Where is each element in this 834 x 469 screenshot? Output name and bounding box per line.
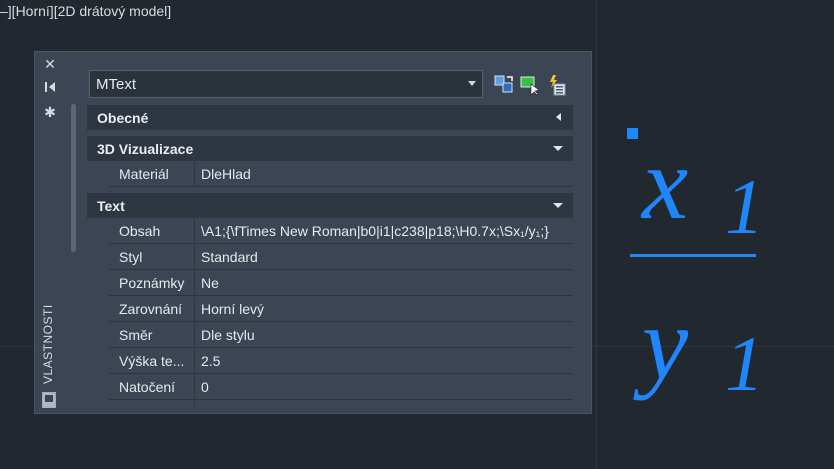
prop-row-obsah[interactable]: Obsah \A1;{\fTimes New Roman|b0|i1|c238|… (109, 219, 573, 244)
palette-icon (42, 392, 56, 408)
prop-value[interactable]: Standard (197, 245, 573, 270)
prop-key: Natočení (109, 375, 195, 400)
properties-panel: MText Obecné 3D Vizualizace Materiál Dle… (87, 67, 573, 407)
close-icon[interactable]: ✕ (42, 56, 58, 72)
section-3d-vizualizace[interactable]: 3D Vizualizace (87, 136, 573, 161)
viewport-label[interactable]: –][Horní][2D drátový model] (0, 3, 171, 19)
prop-key: Výška te... (109, 349, 195, 374)
section-title: Obecné (97, 109, 149, 126)
prop-key: Poznámky (109, 271, 195, 296)
chevron-down-icon[interactable] (468, 81, 476, 86)
fraction-numerator[interactable]: x (642, 132, 688, 236)
palette-title: VLASTNOSTI (41, 304, 55, 384)
palette-scrollbar[interactable] (71, 104, 76, 252)
prop-row-zarovnani[interactable]: Zarovnání Horní levý (109, 297, 573, 322)
pickadd-toggle-icon[interactable] (493, 74, 515, 96)
gear-icon[interactable]: ✱ (42, 104, 58, 120)
prop-value[interactable]: Dle stylu (197, 323, 573, 348)
prop-row-natoceni[interactable]: Natočení 0 (109, 375, 573, 400)
prop-row-smer[interactable]: Směr Dle stylu (109, 323, 573, 348)
fraction-bar (630, 254, 756, 257)
prop-key: Směr (109, 323, 195, 348)
prop-key: Styl (109, 245, 195, 270)
prop-value[interactable]: Ne (197, 271, 573, 296)
section-text[interactable]: Text (87, 193, 573, 218)
mtext-grip[interactable] (627, 128, 638, 139)
select-objects-icon[interactable] (519, 74, 541, 96)
section-obecne[interactable]: Obecné (87, 105, 573, 130)
prop-row-poznamky[interactable]: Poznámky Ne (109, 271, 573, 296)
fraction-denominator[interactable]: y (642, 292, 688, 396)
collapse-arrow-icon[interactable] (553, 203, 563, 208)
fraction-denominator-subscript[interactable]: 1 (725, 325, 764, 403)
object-type-select[interactable]: MText (89, 70, 483, 98)
prop-value[interactable]: DleHlad (197, 162, 573, 187)
autohide-icon[interactable] (42, 80, 58, 96)
prop-row-partial (109, 401, 573, 407)
palette-title-strip[interactable]: ✕ ✱ VLASTNOSTI (35, 52, 65, 413)
object-selector-row: MText (87, 70, 573, 100)
prop-key: Materiál (109, 162, 195, 187)
expand-arrow-icon[interactable] (556, 113, 561, 121)
prop-value[interactable]: Horní levý (197, 297, 573, 322)
prop-row-vyska-textu[interactable]: Výška te... 2.5 (109, 349, 573, 374)
fraction-numerator-subscript[interactable]: 1 (725, 168, 764, 246)
properties-palette: ✕ ✱ VLASTNOSTI MText Obecné 3D Vizualiza… (34, 51, 592, 414)
prop-key-empty (109, 401, 195, 407)
prop-key: Zarovnání (109, 297, 195, 322)
prop-value[interactable]: 2.5 (197, 349, 573, 374)
prop-key: Obsah (109, 219, 195, 244)
prop-row-styl[interactable]: Styl Standard (109, 245, 573, 270)
crosshair-vertical (596, 0, 597, 469)
quick-select-icon[interactable] (545, 74, 567, 96)
collapse-arrow-icon[interactable] (553, 146, 563, 151)
section-title: Text (97, 197, 125, 214)
prop-row-material[interactable]: Materiál DleHlad (109, 162, 573, 187)
prop-value[interactable]: \A1;{\fTimes New Roman|b0|i1|c238|p18;\H… (197, 219, 573, 244)
section-title: 3D Vizualizace (97, 140, 194, 157)
object-type-value: MText (96, 75, 137, 93)
prop-value[interactable]: 0 (197, 375, 573, 400)
